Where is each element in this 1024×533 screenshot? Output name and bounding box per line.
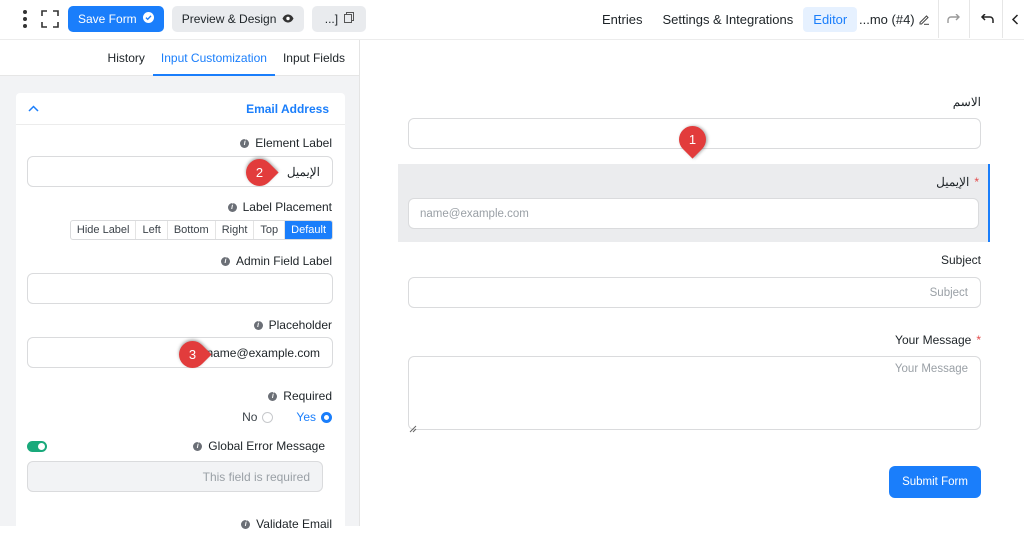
- save-form-label: Save Form: [78, 12, 137, 26]
- required-asterisk: *: [976, 333, 981, 347]
- divider: [968, 0, 970, 38]
- placement-left[interactable]: Left: [135, 221, 166, 239]
- placement-bottom[interactable]: Bottom: [166, 221, 215, 239]
- fullscreen-icon[interactable]: [40, 9, 60, 29]
- tab-history[interactable]: History: [100, 40, 153, 76]
- message-field-textarea[interactable]: Your Message: [408, 356, 981, 430]
- help-icon[interactable]: i: [268, 391, 278, 401]
- callout-marker-3: 3: [173, 335, 217, 374]
- element-label-text: Element Label: [255, 136, 332, 150]
- chevron-up-icon[interactable]: [28, 105, 39, 112]
- panel-tabs: History Input Customization Input Fields: [0, 40, 359, 76]
- top-right-group: ...mo (#4): [851, 0, 1024, 38]
- message-field-label: Your Message *: [870, 333, 981, 347]
- help-icon[interactable]: i: [240, 138, 250, 148]
- email-label-text: الإيميل: [936, 175, 970, 189]
- callout-number: 2: [255, 165, 264, 180]
- placement-default[interactable]: Default: [284, 221, 332, 239]
- required-no-radio[interactable]: [262, 411, 274, 423]
- required-text: Required: [283, 389, 332, 403]
- label-placement-heading: i Label Placement: [227, 200, 332, 214]
- copy-icon: [344, 12, 355, 26]
- element-label-input[interactable]: الإيميل: [27, 156, 333, 187]
- placement-top[interactable]: Top: [253, 221, 284, 239]
- shortcode-label: ...]: [324, 12, 339, 26]
- help-icon[interactable]: i: [227, 202, 237, 212]
- preview-design-label: Preview & Design: [181, 12, 277, 26]
- eye-icon: [282, 12, 294, 26]
- shortcode-button[interactable]: ...]: [312, 6, 367, 32]
- global-error-heading: i Global Error Message: [193, 439, 325, 453]
- card-header[interactable]: Email Address: [16, 93, 345, 125]
- placement-right[interactable]: Right: [214, 221, 254, 239]
- divider: [937, 0, 939, 38]
- chevron-left-icon[interactable]: [1011, 13, 1019, 25]
- callout-number: 3: [188, 347, 197, 362]
- settings-panel: History Input Customization Input Fields…: [0, 40, 360, 533]
- message-label-text: Your Message: [895, 333, 972, 347]
- required-yes-radio[interactable]: [321, 411, 332, 423]
- help-icon[interactable]: i: [193, 441, 203, 451]
- required-yes-label: Yes: [296, 410, 316, 424]
- toolbar-left-group: Save Form Preview & Design ...]: [18, 6, 367, 32]
- resize-handle-icon[interactable]: [409, 420, 417, 438]
- required-options: No Yes: [242, 410, 332, 424]
- global-error-input[interactable]: This field is required: [27, 461, 323, 492]
- required-asterisk: *: [974, 175, 979, 189]
- tab-input-customization[interactable]: Input Customization: [152, 40, 275, 76]
- undo-icon[interactable]: [980, 14, 994, 24]
- required-no-label: No: [242, 410, 258, 424]
- save-form-button[interactable]: Save Form: [68, 6, 164, 32]
- top-nav: Entries Settings & Integrations Editor: [592, 0, 858, 38]
- global-error-toggle[interactable]: [27, 441, 47, 452]
- preview-design-button[interactable]: Preview & Design: [171, 6, 305, 32]
- validate-email-heading: i Validate Email: [241, 517, 332, 531]
- element-label-heading: i Element Label: [240, 136, 332, 150]
- card-title: Email Address: [246, 101, 329, 116]
- field-settings-card: Email Address i Element Label الإيميل i …: [16, 93, 345, 533]
- validate-email-text: Validate Email: [256, 517, 332, 531]
- nav-editor[interactable]: Editor: [803, 6, 858, 32]
- label-placement-selector: Hide Label Left Bottom Right Top Default: [69, 220, 333, 240]
- edit-pencil-icon[interactable]: [919, 14, 930, 25]
- label-placement-text: Label Placement: [242, 200, 332, 214]
- nav-entries[interactable]: Entries: [592, 7, 652, 32]
- subject-field-input[interactable]: Subject: [408, 277, 981, 308]
- callout-marker-2: 2: [240, 153, 284, 192]
- submit-form-button[interactable]: Submit Form: [889, 466, 981, 498]
- help-icon[interactable]: i: [220, 256, 230, 266]
- help-icon[interactable]: i: [241, 519, 251, 529]
- divider: [1001, 0, 1003, 38]
- admin-field-label-text: Admin Field Label: [235, 254, 332, 268]
- callout-marker-1: 1: [673, 120, 712, 164]
- check-circle-icon: [142, 12, 154, 26]
- admin-field-label-heading: i Admin Field Label: [220, 254, 332, 268]
- required-heading: i Required: [268, 389, 332, 403]
- top-toolbar: Save Form Preview & Design ...] Entries …: [0, 0, 1024, 40]
- placement-hide-label[interactable]: Hide Label: [71, 221, 136, 239]
- global-error-text: Global Error Message: [208, 439, 325, 453]
- subject-field-label: Subject: [940, 253, 981, 267]
- more-options-icon[interactable]: [18, 10, 32, 28]
- nav-settings-integrations[interactable]: Settings & Integrations: [652, 7, 803, 32]
- placeholder-heading: i Placeholder: [253, 318, 332, 332]
- redo-icon[interactable]: [946, 14, 961, 24]
- tab-input-fields[interactable]: Input Fields: [275, 40, 353, 76]
- name-field-label: الاسم: [952, 95, 981, 109]
- email-field-label: الإيميل *: [880, 175, 979, 189]
- form-title: ...mo (#4): [859, 11, 915, 27]
- email-field-input[interactable]: name@example.com: [408, 198, 979, 229]
- placeholder-text: Placeholder: [268, 318, 332, 332]
- callout-number: 1: [688, 132, 697, 147]
- help-icon[interactable]: i: [253, 320, 263, 330]
- admin-field-label-input[interactable]: [27, 273, 333, 304]
